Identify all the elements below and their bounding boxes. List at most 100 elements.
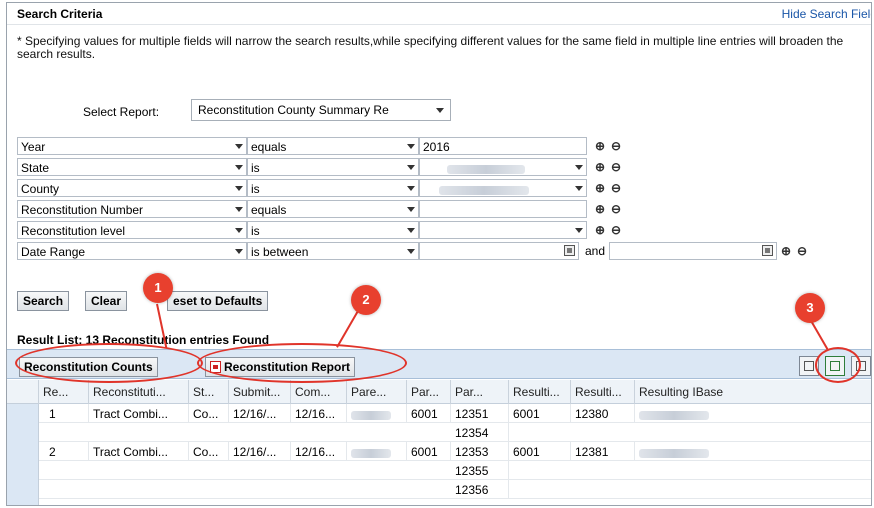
- column-header[interactable]: Submit...: [229, 380, 291, 404]
- column-header[interactable]: Pare...: [347, 380, 407, 404]
- calendar-icon[interactable]: [762, 245, 773, 256]
- redacted-value: [447, 165, 525, 175]
- redacted-value: [351, 411, 391, 421]
- column-header[interactable]: Reconstituti...: [89, 380, 189, 404]
- criteria-value-input[interactable]: 2016: [419, 137, 587, 155]
- table-cell: 12351: [451, 404, 509, 423]
- criteria-field-select[interactable]: Date Range: [17, 242, 247, 260]
- table-header: Re... Reconstituti... St... Submit... Co…: [7, 380, 871, 404]
- table-cell: 12353: [451, 442, 509, 461]
- chevron-down-icon: [436, 108, 444, 113]
- remove-row-icon[interactable]: ⊖: [611, 179, 621, 197]
- search-criteria-header: Search Criteria Hide Search Fields: [7, 3, 871, 25]
- clear-button[interactable]: Clear: [85, 291, 128, 311]
- column-header[interactable]: Resulti...: [571, 380, 635, 404]
- criteria-row-date-range: Date Range is between and ⊕ ⊖: [17, 242, 867, 260]
- chevron-down-icon: [235, 249, 243, 254]
- table-cell: [635, 442, 871, 461]
- table-cell: Tract Combi...: [89, 442, 189, 461]
- criteria-field-select[interactable]: County: [17, 179, 247, 197]
- select-report-dropdown[interactable]: Reconstitution County Summary Re: [191, 99, 451, 121]
- table-cell: [347, 404, 407, 423]
- table-cell: 6001: [407, 442, 451, 461]
- callout-3: 3: [795, 293, 825, 323]
- criteria-operator-select[interactable]: equals: [247, 137, 419, 155]
- row-selector-column[interactable]: [7, 404, 39, 505]
- add-row-icon[interactable]: ⊕: [595, 179, 605, 197]
- criteria-operator-select[interactable]: equals: [247, 200, 419, 218]
- criteria-field-select[interactable]: Reconstitution Number: [17, 200, 247, 218]
- search-button[interactable]: Search: [17, 291, 70, 311]
- table-row[interactable]: 12356: [39, 480, 871, 499]
- select-report-value: Reconstitution County Summary Re: [198, 103, 389, 117]
- criteria-operator-select[interactable]: is: [247, 158, 419, 176]
- chevron-down-icon: [575, 186, 583, 191]
- criteria-operator-select[interactable]: is: [247, 221, 419, 239]
- search-info-text: * Specifying values for multiple fields …: [17, 34, 844, 61]
- redacted-value: [639, 449, 709, 459]
- remove-row-icon[interactable]: ⊖: [611, 137, 621, 155]
- criteria-field-select[interactable]: Year: [17, 137, 247, 155]
- table-row[interactable]: 12355: [39, 461, 871, 480]
- add-row-icon[interactable]: ⊕: [595, 221, 605, 239]
- table-cell: Co...: [189, 442, 229, 461]
- criteria-value-select[interactable]: [419, 158, 587, 176]
- chevron-down-icon: [575, 228, 583, 233]
- criteria-operator-select[interactable]: is: [247, 179, 419, 197]
- table-row[interactable]: 12354: [39, 423, 871, 442]
- column-header[interactable]: Resulting IBase: [635, 380, 871, 404]
- criteria-value-select[interactable]: [419, 179, 587, 197]
- chevron-down-icon: [235, 228, 243, 233]
- remove-row-icon[interactable]: ⊖: [611, 158, 621, 176]
- chevron-down-icon: [407, 165, 415, 170]
- add-row-icon[interactable]: ⊕: [595, 158, 605, 176]
- reset-to-defaults-button[interactable]: eset to Defaults: [167, 291, 269, 311]
- highlight-oval-report: [197, 343, 407, 383]
- criteria-row-year: Year equals 2016 ⊕ ⊖: [17, 137, 867, 155]
- calendar-icon[interactable]: [564, 245, 575, 256]
- column-header[interactable]: Re...: [39, 380, 89, 404]
- add-row-icon[interactable]: ⊕: [595, 137, 605, 155]
- remove-row-icon[interactable]: ⊖: [611, 200, 621, 218]
- remove-row-icon[interactable]: ⊖: [797, 242, 807, 260]
- table-cell: [347, 442, 407, 461]
- callout-1: 1: [143, 273, 173, 303]
- and-label: and: [585, 244, 606, 258]
- criteria-value-input[interactable]: [419, 200, 587, 218]
- criteria-value-select[interactable]: [419, 221, 587, 239]
- chevron-down-icon: [407, 144, 415, 149]
- table-cell: 12/16...: [291, 404, 347, 423]
- chevron-down-icon: [407, 249, 415, 254]
- criteria-operator-select[interactable]: is between: [247, 242, 419, 260]
- result-table: Re... Reconstituti... St... Submit... Co…: [7, 380, 871, 505]
- table-row[interactable]: 2 Tract Combi... Co... 12/16/... 12/16..…: [39, 442, 871, 461]
- criteria-field-select[interactable]: Reconstitution level: [17, 221, 247, 239]
- redacted-value: [639, 411, 709, 421]
- criteria-field-select[interactable]: State: [17, 158, 247, 176]
- chevron-down-icon: [407, 228, 415, 233]
- add-row-icon[interactable]: ⊕: [595, 200, 605, 218]
- column-header[interactable]: Par...: [407, 380, 451, 404]
- callout-pointer: [809, 318, 829, 350]
- hide-search-fields-link[interactable]: Hide Search Fields: [782, 7, 871, 21]
- table-cell: 6001: [407, 404, 451, 423]
- column-header[interactable]: Par...: [451, 380, 509, 404]
- remove-row-icon[interactable]: ⊖: [611, 221, 621, 239]
- table-cell: 12355: [451, 461, 509, 480]
- date-from-input[interactable]: [419, 242, 579, 260]
- column-header[interactable]: Resulti...: [509, 380, 571, 404]
- table-cell: [635, 404, 871, 423]
- criteria-row-reconstitution-number: Reconstitution Number equals ⊕ ⊖: [17, 200, 867, 218]
- row-selector-header[interactable]: [7, 380, 39, 404]
- table-cell: 12/16/...: [229, 442, 291, 461]
- criteria-row-state: State is ⊕ ⊖: [17, 158, 867, 176]
- column-header[interactable]: St...: [189, 380, 229, 404]
- chevron-down-icon: [235, 144, 243, 149]
- chevron-down-icon: [235, 165, 243, 170]
- add-row-icon[interactable]: ⊕: [781, 242, 791, 260]
- panel-title: Search Criteria: [17, 7, 103, 21]
- date-to-input[interactable]: [609, 242, 777, 260]
- table-row[interactable]: 1 Tract Combi... Co... 12/16/... 12/16..…: [39, 404, 871, 423]
- chevron-down-icon: [407, 207, 415, 212]
- column-header[interactable]: Com...: [291, 380, 347, 404]
